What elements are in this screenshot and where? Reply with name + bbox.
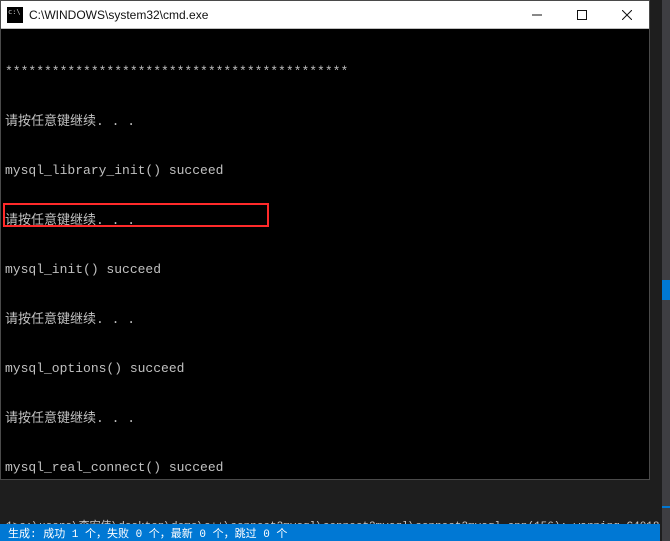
output-line: mysql_init() succeed — [5, 262, 645, 279]
close-button[interactable] — [604, 1, 649, 28]
cmd-icon — [7, 7, 23, 23]
output-line: 请按任意键继续. . . — [5, 312, 645, 329]
output-line: 请按任意键继续. . . — [5, 411, 645, 428]
output-line: mysql_options() succeed — [5, 361, 645, 378]
ide-status-bar: 生成: 成功 1 个，失败 0 个，最新 0 个，跳过 0 个 — [0, 524, 660, 541]
build-summary: 生成: 成功 1 个，失败 0 个，最新 0 个，跳过 0 个 — [8, 529, 287, 541]
output-line: mysql_real_connect() succeed — [5, 460, 645, 477]
output-line: ****************************************… — [5, 64, 645, 81]
maximize-button[interactable] — [559, 1, 604, 28]
window-title: C:\WINDOWS\system32\cmd.exe — [23, 8, 514, 22]
cmd-window: C:\WINDOWS\system32\cmd.exe ************… — [0, 0, 650, 480]
ide-scrollbar[interactable] — [662, 0, 670, 541]
titlebar[interactable]: C:\WINDOWS\system32\cmd.exe — [1, 1, 649, 29]
output-line: 请按任意键继续. . . — [5, 114, 645, 131]
console-output: ****************************************… — [1, 29, 649, 479]
output-line: mysql_library_init() succeed — [5, 163, 645, 180]
scroll-marker — [662, 506, 670, 508]
minimize-button[interactable] — [514, 1, 559, 28]
output-line: 请按任意键继续. . . — [5, 213, 645, 230]
scroll-thumb[interactable] — [662, 280, 670, 300]
